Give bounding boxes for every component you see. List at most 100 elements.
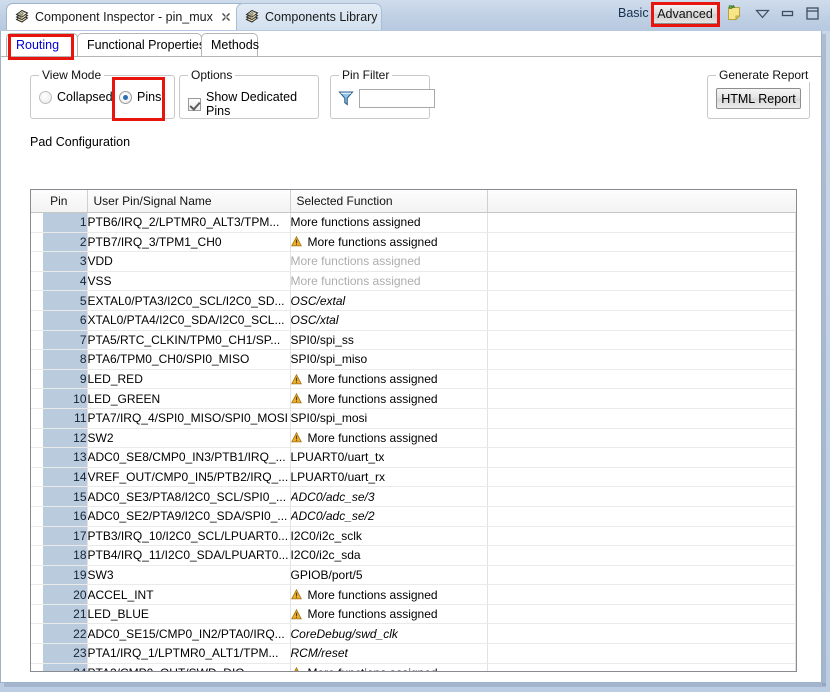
table-row[interactable]: 4 VSS More functions assigned xyxy=(31,271,796,292)
chevron-down-icon[interactable] xyxy=(755,8,770,23)
cell-blank[interactable] xyxy=(487,545,796,566)
table-row[interactable]: 23 PTA1/IRQ_1/LPTMR0_ALT1/TPM... RCM/reset xyxy=(31,643,796,664)
cell-blank[interactable] xyxy=(487,526,796,547)
cell-user-pin-signal-name[interactable]: ACCEL_INT xyxy=(87,584,291,605)
cell-blank[interactable] xyxy=(487,506,796,527)
cell-user-pin-signal-name[interactable]: LED_BLUE xyxy=(87,604,291,625)
tab-functional-properties[interactable]: Functional Properties xyxy=(77,33,205,56)
cell-user-pin-signal-name[interactable]: VREF_OUT/CMP0_IN5/PTB2/IRQ_... xyxy=(87,467,291,488)
cell-blank[interactable] xyxy=(487,663,796,671)
html-report-button[interactable]: HTML Report xyxy=(716,88,801,109)
table-row[interactable]: 16 ADC0_SE2/PTA9/I2C0_SDA/SPI0_... ADC0/ad… xyxy=(31,506,796,527)
radio-collapsed[interactable]: Collapsed xyxy=(39,90,113,104)
table-row[interactable]: 3 VDD More functions assigned xyxy=(31,251,796,272)
column-header-pin[interactable]: Pin xyxy=(31,190,88,213)
table-row[interactable]: 14 VREF_OUT/CMP0_IN5/PTB2/IRQ_... LPUART0/… xyxy=(31,467,796,488)
cell-selected-function[interactable]: More functions assigned xyxy=(290,388,488,409)
cell-blank[interactable] xyxy=(487,388,796,409)
cell-blank[interactable] xyxy=(487,369,796,390)
cell-selected-function[interactable]: SPI0/spi_mosi xyxy=(290,408,488,429)
table-row[interactable]: 8 PTA6/TPM0_CH0/SPI0_MISO SPI0/spi_miso xyxy=(31,349,796,370)
cell-user-pin-signal-name[interactable]: VDD xyxy=(87,251,291,272)
table-row[interactable]: 18 PTB4/IRQ_11/I2C0_SDA/LPUART0... I2C0/i2… xyxy=(31,545,796,566)
table-row[interactable]: 9 LED_RED More functions assigned xyxy=(31,369,796,390)
cell-selected-function[interactable]: More functions assigned xyxy=(290,232,488,253)
cell-user-pin-signal-name[interactable]: LED_RED xyxy=(87,369,291,390)
cell-selected-function[interactable]: More functions assigned xyxy=(290,251,488,272)
table-row[interactable]: 7 PTA5/RTC_CLKIN/TPM0_CH1/SP... SPI0/spi_s… xyxy=(31,330,796,351)
tab-methods[interactable]: Methods xyxy=(201,33,259,56)
cell-blank[interactable] xyxy=(487,290,796,311)
cell-user-pin-signal-name[interactable]: PTA2/CMP0_OUT/SWD_DIO xyxy=(87,663,291,671)
cell-selected-function[interactable]: CoreDebug/swd_clk xyxy=(290,623,488,645)
cell-blank[interactable] xyxy=(487,271,796,292)
cell-user-pin-signal-name[interactable]: ADC0_SE2/PTA9/I2C0_SDA/SPI0_... xyxy=(87,506,291,527)
column-header-selected-function[interactable]: Selected Function xyxy=(290,190,488,213)
cell-selected-function[interactable]: LPUART0/uart_rx xyxy=(290,467,488,488)
table-row[interactable]: 2 PTB7/IRQ_3/TPM1_CH0 More functions assig… xyxy=(31,232,796,253)
radio-pins[interactable]: Pins xyxy=(119,90,161,104)
cell-user-pin-signal-name[interactable]: VSS xyxy=(87,271,291,292)
table-row[interactable]: 20 ACCEL_INT More functions assigned xyxy=(31,584,796,605)
funnel-icon[interactable] xyxy=(338,90,354,110)
cell-selected-function[interactable]: More functions assigned xyxy=(290,212,488,233)
cell-blank[interactable] xyxy=(487,212,796,233)
cell-user-pin-signal-name[interactable]: PTA6/TPM0_CH0/SPI0_MISO xyxy=(87,349,291,370)
editor-tab-components-library[interactable]: Components Library xyxy=(236,3,382,30)
cell-blank[interactable] xyxy=(487,623,796,645)
cell-selected-function[interactable]: ADC0/adc_se/3 xyxy=(290,486,488,507)
checkbox-show-dedicated-pins[interactable]: Show Dedicated Pins xyxy=(188,90,318,118)
cell-user-pin-signal-name[interactable]: SW3 xyxy=(87,565,291,586)
table-row[interactable]: 11 PTA7/IRQ_4/SPI0_MISO/SPI0_MOSI SPI0/spi… xyxy=(31,408,796,429)
table-row[interactable]: 6 XTAL0/PTA4/I2C0_SDA/I2C0_SCL... OSC/xtal xyxy=(31,310,796,331)
table-row[interactable]: 19 SW3 GPIOB/port/5 xyxy=(31,565,796,586)
cell-selected-function[interactable]: SPI0/spi_ss xyxy=(290,330,488,351)
cell-selected-function[interactable]: More functions assigned xyxy=(290,584,488,605)
cell-selected-function[interactable]: More functions assigned xyxy=(290,663,488,671)
table-row[interactable]: 10 LED_GREEN More functions assigned xyxy=(31,388,796,409)
pad-configuration-table[interactable]: Pin User Pin/Signal Name Selected Functi… xyxy=(30,189,797,672)
mode-basic-label[interactable]: Basic xyxy=(618,6,649,20)
cell-selected-function[interactable]: More functions assigned xyxy=(290,271,488,292)
editor-tab-component-inspector[interactable]: Component Inspector - pin_mux xyxy=(6,3,248,30)
cell-user-pin-signal-name[interactable]: ADC0_SE15/CMP0_IN2/PTA0/IRQ... xyxy=(87,623,291,645)
cell-selected-function[interactable]: More functions assigned xyxy=(290,604,488,625)
cell-user-pin-signal-name[interactable]: LED_GREEN xyxy=(87,388,291,409)
cell-selected-function[interactable]: More functions assigned xyxy=(290,428,488,449)
cell-user-pin-signal-name[interactable]: PTB3/IRQ_10/I2C0_SCL/LPUART0... xyxy=(87,526,291,547)
cell-user-pin-signal-name[interactable]: ADC0_SE8/CMP0_IN3/PTB1/IRQ_... xyxy=(87,447,291,468)
cell-selected-function[interactable]: LPUART0/uart_tx xyxy=(290,447,488,468)
table-row[interactable]: 5 EXTAL0/PTA3/I2C0_SCL/I2C0_SD... OSC/exta… xyxy=(31,290,796,311)
cell-blank[interactable] xyxy=(487,643,796,664)
cell-user-pin-signal-name[interactable]: PTB4/IRQ_11/I2C0_SDA/LPUART0... xyxy=(87,545,291,566)
table-row[interactable]: 1 PTB6/IRQ_2/LPTMR0_ALT3/TPM... More funct… xyxy=(31,212,796,233)
cell-user-pin-signal-name[interactable]: PTA7/IRQ_4/SPI0_MISO/SPI0_MOSI xyxy=(87,408,291,429)
cell-blank[interactable] xyxy=(487,349,796,370)
cell-blank[interactable] xyxy=(487,467,796,488)
cell-blank[interactable] xyxy=(487,604,796,625)
cell-user-pin-signal-name[interactable]: SW2 xyxy=(87,428,291,449)
column-header-blank[interactable] xyxy=(487,190,796,213)
cell-selected-function[interactable]: ADC0/adc_se/2 xyxy=(290,506,488,527)
table-row[interactable]: 24PTA2/CMP0_OUT/SWD_DIO More functions as… xyxy=(31,663,796,671)
minimize-icon[interactable] xyxy=(780,8,795,23)
tab-routing[interactable]: Routing xyxy=(6,33,78,56)
cell-blank[interactable] xyxy=(487,330,796,351)
cell-blank[interactable] xyxy=(487,486,796,507)
column-header-user-pin-signal-name[interactable]: User Pin/Signal Name xyxy=(87,190,291,213)
table-row[interactable]: 13 ADC0_SE8/CMP0_IN3/PTB1/IRQ_... LPUART0/… xyxy=(31,447,796,468)
cell-selected-function[interactable]: SPI0/spi_miso xyxy=(290,349,488,370)
advanced-button[interactable]: Advanced xyxy=(651,4,719,24)
cell-selected-function[interactable]: OSC/extal xyxy=(290,290,488,311)
cell-selected-function[interactable]: OSC/xtal xyxy=(290,310,488,331)
close-icon[interactable] xyxy=(220,11,232,23)
cell-user-pin-signal-name[interactable]: XTAL0/PTA4/I2C0_SDA/I2C0_SCL... xyxy=(87,310,291,331)
cell-blank[interactable] xyxy=(487,584,796,605)
cell-selected-function[interactable]: I2C0/i2c_sclk xyxy=(290,526,488,547)
cell-user-pin-signal-name[interactable]: PTA5/RTC_CLKIN/TPM0_CH1/SP... xyxy=(87,330,291,351)
cell-blank[interactable] xyxy=(487,232,796,253)
table-row[interactable]: 12 SW2 More functions assigned xyxy=(31,428,796,449)
cell-blank[interactable] xyxy=(487,565,796,586)
cell-user-pin-signal-name[interactable]: EXTAL0/PTA3/I2C0_SCL/I2C0_SD... xyxy=(87,290,291,311)
cell-selected-function[interactable]: I2C0/i2c_sda xyxy=(290,545,488,566)
